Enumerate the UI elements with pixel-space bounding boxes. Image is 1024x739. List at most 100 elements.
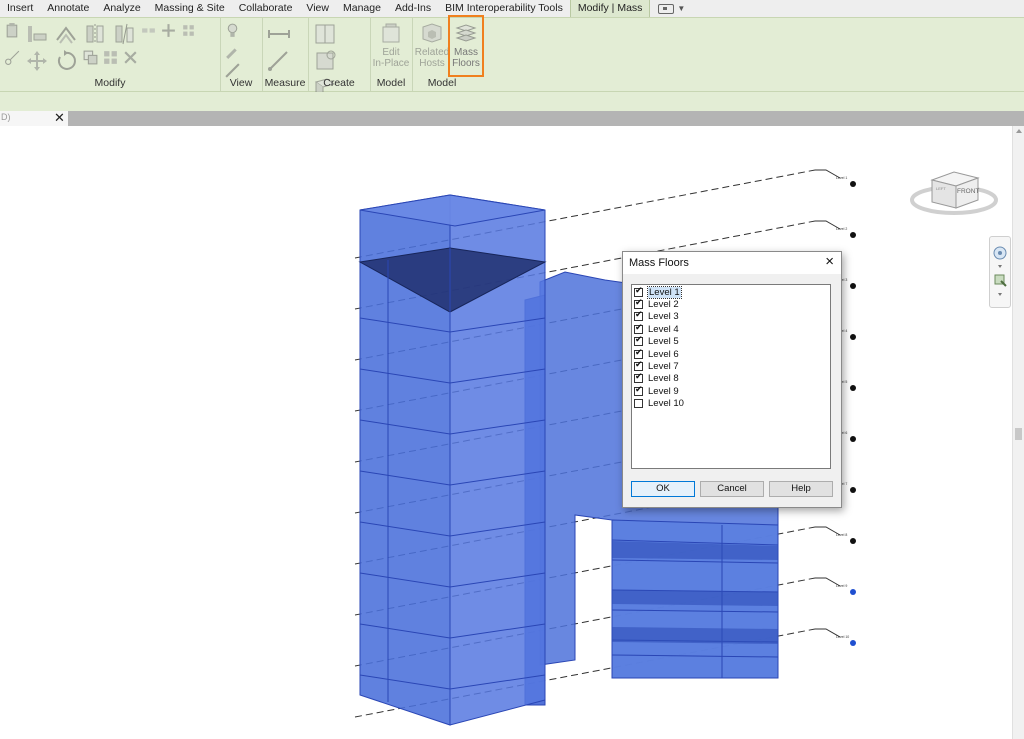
viewcube-front-label: FRONT — [957, 188, 979, 195]
dialog-title-bar: Mass Floors × — [623, 252, 841, 274]
close-icon[interactable]: ✕ — [54, 110, 65, 126]
level-checkbox[interactable] — [634, 310, 643, 322]
dimension-icon[interactable] — [266, 49, 292, 73]
tab-massing-site[interactable]: Massing & Site — [148, 0, 232, 17]
level-checkbox-label: Level 6 — [648, 348, 679, 360]
create-assembly-icon[interactable] — [312, 22, 338, 46]
mirror-draw-icon[interactable] — [111, 22, 137, 46]
paint-icon[interactable] — [224, 42, 241, 59]
level-checklist: Level 1Level 2Level 3Level 4Level 5Level… — [631, 284, 831, 469]
close-icon[interactable]: × — [825, 254, 834, 270]
view-tab-name: D) — [1, 112, 11, 122]
panel-create-label: Create — [323, 77, 355, 89]
level-head-marker — [850, 436, 856, 442]
edit-in-place-button[interactable]: Edit In-Place — [371, 21, 411, 76]
level-checkbox[interactable] — [634, 372, 643, 384]
chevron-down-icon[interactable] — [998, 265, 1002, 268]
tab-annotate[interactable]: Annotate — [40, 0, 96, 17]
pin-icon[interactable] — [180, 22, 197, 39]
level-head[interactable]: Level 9 — [815, 577, 856, 595]
level-head[interactable]: Level 2 — [815, 220, 856, 238]
array-icon[interactable] — [102, 49, 119, 66]
level-checklist-item[interactable]: Level 10 — [632, 398, 830, 410]
vertical-scrollbar[interactable] — [1012, 126, 1024, 739]
related-hosts-icon — [422, 23, 442, 43]
level-checklist-item[interactable]: Level 8 — [632, 372, 830, 385]
tab-collaborate[interactable]: Collaborate — [232, 0, 300, 17]
move-icon[interactable] — [24, 49, 50, 73]
trim-icon[interactable] — [160, 22, 177, 39]
tab-insert[interactable]: Insert — [0, 0, 40, 17]
level-checkbox[interactable] — [634, 323, 643, 334]
steering-wheel-icon[interactable] — [993, 246, 1007, 260]
level-head-label: Level 1 — [836, 176, 847, 180]
scroll-up-icon[interactable] — [1016, 129, 1022, 133]
viewcube[interactable]: FRONT LEFT — [910, 171, 998, 215]
level-head-marker — [850, 283, 856, 289]
level-checklist-item[interactable]: Level 4 — [632, 323, 830, 335]
measure-tools — [266, 22, 304, 73]
level-checklist-item[interactable]: Level 9 — [632, 385, 830, 397]
align-icon[interactable] — [24, 22, 50, 46]
panel-model-hosts: Related Hosts Mass Floors Model — [412, 15, 484, 91]
panel-modify-label: Modify — [94, 77, 126, 89]
panel-modify: Modify — [0, 18, 221, 91]
level-checkbox[interactable] — [634, 385, 643, 396]
ribbon-minimize-icon[interactable] — [658, 3, 675, 14]
measure-icon[interactable] — [266, 22, 292, 46]
rotate-icon[interactable] — [53, 49, 79, 73]
drawing-canvas[interactable]: Level 1Level 2Level 3Level 4Level 5Level… — [0, 126, 1012, 739]
scroll-thumb[interactable] — [1015, 428, 1022, 440]
level-checkbox-label: Level 4 — [648, 323, 679, 335]
split-icon[interactable] — [140, 22, 157, 39]
navigation-bar — [989, 236, 1011, 308]
tab-add-ins[interactable]: Add-Ins — [388, 0, 438, 17]
delete-icon[interactable] — [122, 49, 139, 66]
lightbulb-icon[interactable] — [224, 22, 241, 39]
level-checkbox-label: Level 5 — [648, 336, 679, 348]
modify-tools — [4, 22, 216, 73]
chevron-down-icon[interactable] — [998, 293, 1002, 296]
level-checkbox[interactable] — [634, 360, 643, 372]
chevron-down-icon[interactable]: ▼ — [677, 4, 685, 13]
ribbon-display-toggle[interactable]: ▼ — [658, 0, 685, 17]
level-checkbox[interactable] — [634, 399, 643, 409]
level-checklist-item[interactable]: Level 7 — [632, 360, 830, 372]
options-bar — [0, 92, 1024, 112]
cancel-button[interactable]: Cancel — [700, 481, 764, 497]
create-parts-icon[interactable] — [312, 49, 338, 73]
tab-manage[interactable]: Manage — [336, 0, 388, 17]
tab-modify-mass[interactable]: Modify | Mass — [569, 0, 651, 17]
zoom-icon[interactable] — [994, 274, 1007, 287]
related-hosts-button[interactable]: Related Hosts — [412, 21, 452, 76]
view-tab-3d[interactable]: D) ✕ — [0, 110, 68, 126]
level-checkbox[interactable] — [634, 286, 643, 297]
ok-button[interactable]: OK — [631, 481, 695, 497]
level-head[interactable]: Level 1 — [815, 169, 856, 187]
level-checkbox[interactable] — [634, 298, 643, 310]
mass-floors-button[interactable]: Mass Floors — [448, 15, 484, 77]
paste-icon[interactable] — [4, 22, 21, 39]
offset-icon[interactable] — [53, 22, 79, 46]
cut-icon[interactable] — [4, 49, 21, 66]
viewcube-left-label: LEFT — [936, 186, 946, 191]
tab-view[interactable]: View — [299, 0, 336, 17]
panel-create: Create — [308, 18, 371, 125]
level-checklist-item[interactable]: Level 2 — [632, 298, 830, 310]
mass-model-view: Level 1Level 2Level 3Level 4Level 5Level… — [354, 169, 998, 726]
level-checklist-item[interactable]: Level 6 — [632, 348, 830, 360]
level-head[interactable]: Level 10 — [815, 628, 856, 646]
help-button[interactable]: Help — [769, 481, 833, 497]
level-checklist-item[interactable]: Level 1 — [632, 285, 830, 299]
level-head[interactable]: Level 8 — [815, 526, 856, 544]
level-checklist-item[interactable]: Level 5 — [632, 335, 830, 348]
level-checklist-item[interactable]: Level 3 — [632, 310, 830, 323]
level-checkbox[interactable] — [634, 335, 643, 347]
dialog-title: Mass Floors — [629, 257, 689, 269]
copy-icon[interactable] — [82, 49, 99, 66]
level-head-marker — [850, 334, 856, 340]
mirror-axis-icon[interactable] — [82, 22, 108, 46]
panel-view: View — [220, 18, 263, 91]
tab-analyze[interactable]: Analyze — [96, 0, 147, 17]
level-checkbox[interactable] — [634, 348, 643, 359]
